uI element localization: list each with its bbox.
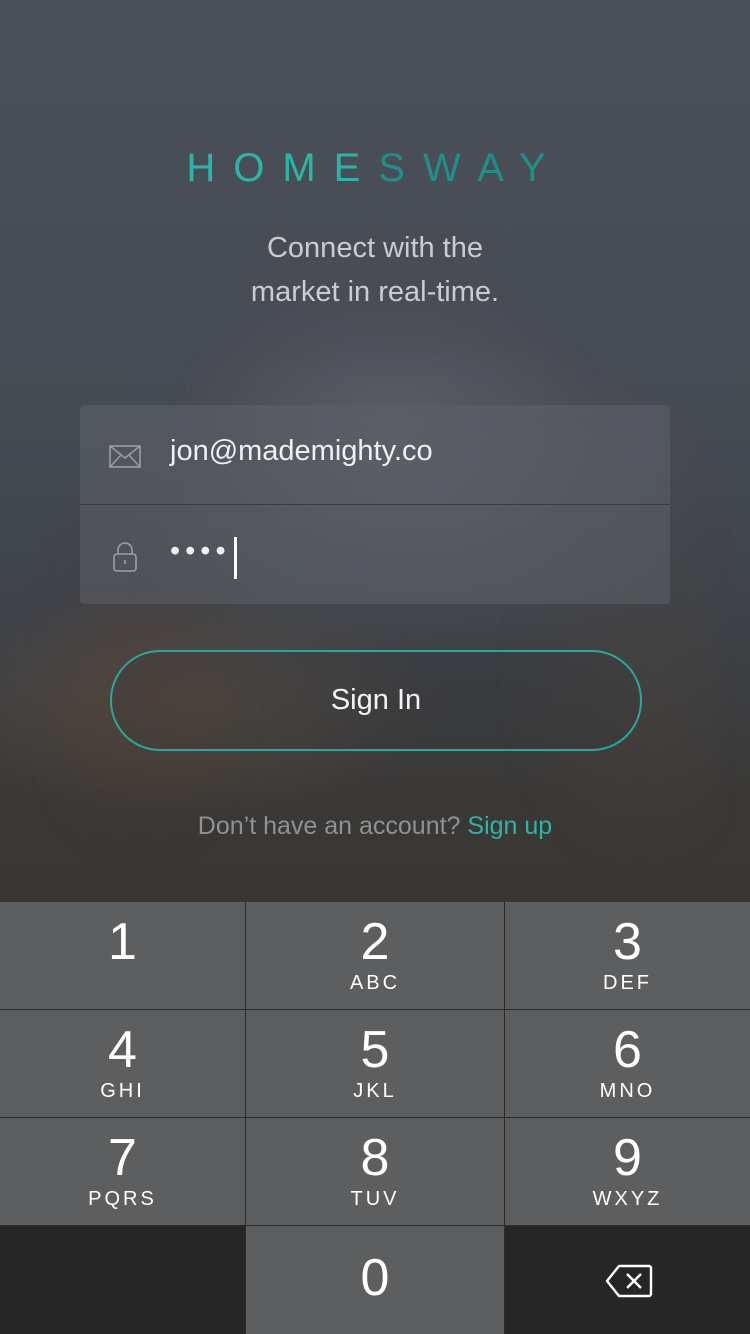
key-1[interactable]: 1	[0, 902, 245, 1009]
email-value: jon@mademighty.co	[170, 435, 433, 467]
key-0[interactable]: 0	[246, 1226, 504, 1334]
key-digit: 5	[360, 1021, 390, 1079]
signup-prompt: Don’t have an account? Sign up	[0, 812, 750, 841]
signup-prompt-text: Don’t have an account?	[197, 812, 461, 840]
key-letters: MNO	[599, 1080, 656, 1102]
logo-part-home: HOME	[186, 146, 379, 190]
key-digit: 2	[360, 913, 390, 971]
sign-in-button[interactable]: Sign In	[110, 650, 642, 751]
key-3[interactable]: 3 DEF	[505, 902, 750, 1009]
key-digit: 0	[360, 1249, 390, 1307]
logo-part-sway: SWAY	[378, 146, 564, 190]
key-8[interactable]: 8 TUV	[246, 1118, 504, 1225]
key-5[interactable]: 5 JKL	[246, 1010, 504, 1117]
key-digit: 8	[360, 1129, 390, 1187]
key-letters: JKL	[353, 1080, 397, 1102]
text-cursor	[234, 537, 237, 579]
key-digit: 9	[613, 1129, 642, 1187]
mail-icon	[108, 439, 142, 473]
key-letters: GHI	[100, 1080, 145, 1102]
key-letters: ABC	[349, 972, 401, 994]
key-digit: 4	[108, 1021, 137, 1079]
key-blank	[0, 1226, 245, 1334]
key-digit: 1	[108, 913, 137, 971]
numeric-keypad: 1 2 ABC 3 DEF 4 GHI 5 JKL 6 MNO 7 PQRS 8…	[0, 902, 750, 1334]
sign-up-link[interactable]: Sign up	[467, 812, 552, 840]
password-value: ••••	[170, 535, 231, 567]
key-4[interactable]: 4 GHI	[0, 1010, 245, 1117]
key-digit: 6	[613, 1021, 642, 1079]
backspace-key[interactable]	[505, 1226, 750, 1334]
key-digit: 3	[613, 913, 642, 971]
key-digit: 7	[108, 1129, 137, 1187]
key-letters: WXYZ	[592, 1188, 663, 1210]
key-letters: PQRS	[88, 1188, 157, 1210]
email-field[interactable]: jon@mademighty.co	[80, 405, 670, 505]
lock-icon	[108, 539, 142, 573]
key-letters: DEF	[603, 972, 652, 994]
app-logo: HOMESWAY	[0, 146, 750, 191]
key-9[interactable]: 9 WXYZ	[505, 1118, 750, 1225]
key-6[interactable]: 6 MNO	[505, 1010, 750, 1117]
tagline-line-2: market in real-time.	[250, 276, 500, 308]
key-7[interactable]: 7 PQRS	[0, 1118, 245, 1225]
tagline-line-1: Connect with the	[266, 232, 483, 264]
tagline: Connect with the market in real-time.	[0, 226, 750, 314]
backspace-icon	[605, 1264, 653, 1298]
key-2[interactable]: 2 ABC	[246, 902, 504, 1009]
login-form: jon@mademighty.co ••••	[80, 405, 670, 604]
password-field[interactable]: ••••	[80, 505, 670, 604]
key-letters: TUV	[350, 1188, 400, 1210]
